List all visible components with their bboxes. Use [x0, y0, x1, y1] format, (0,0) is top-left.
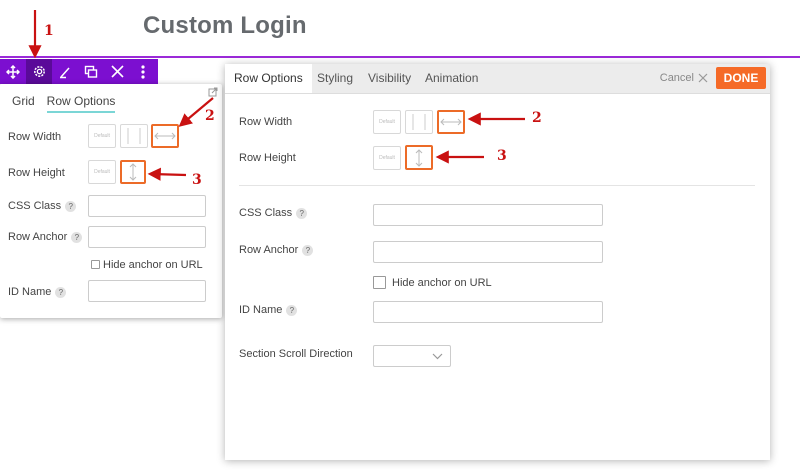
- css-class-text: CSS Class: [8, 200, 62, 212]
- boxed-width-icon: [127, 128, 141, 144]
- height-default-option[interactable]: Default: [373, 146, 401, 170]
- row-outline: [0, 56, 800, 58]
- move-icon: [6, 64, 20, 79]
- callout-2-big: 2: [532, 110, 542, 126]
- default-option-label: Default: [379, 155, 395, 161]
- tab-styling[interactable]: Styling: [308, 64, 362, 93]
- hide-anchor-checkbox[interactable]: [91, 260, 100, 269]
- id-name-text: ID Name: [239, 304, 283, 316]
- scroll-direction-select[interactable]: [373, 345, 451, 367]
- id-name-input[interactable]: [373, 301, 603, 323]
- page-title: Custom Login: [143, 12, 307, 39]
- row-settings-popover: Grid Row Options Row Width Default Row H…: [0, 84, 222, 318]
- popover-tabs: Grid Row Options: [12, 94, 116, 113]
- row-anchor-input[interactable]: [373, 241, 603, 263]
- tab-grid[interactable]: Grid: [12, 94, 35, 113]
- full-height-icon: [129, 163, 137, 181]
- help-icon[interactable]: ?: [71, 231, 83, 243]
- callout-3-big: 3: [497, 148, 507, 164]
- move-button[interactable]: [0, 59, 26, 84]
- id-name-input[interactable]: [88, 280, 206, 302]
- help-icon[interactable]: ?: [286, 304, 298, 316]
- scroll-direction-label: Section Scroll Direction: [239, 348, 353, 360]
- id-name-text: ID Name: [8, 286, 52, 298]
- delete-button[interactable]: [104, 59, 130, 84]
- row-anchor-label: Row Anchor?: [8, 231, 83, 243]
- tab-animation[interactable]: Animation: [416, 64, 487, 93]
- height-full-option[interactable]: [405, 145, 433, 170]
- row-options-dialog: Row Options Styling Visibility Animation…: [225, 64, 770, 460]
- width-full-option[interactable]: [437, 110, 465, 134]
- tab-row-options[interactable]: Row Options: [225, 64, 312, 93]
- width-default-option[interactable]: Default: [373, 110, 401, 134]
- row-anchor-text: Row Anchor: [239, 244, 299, 256]
- css-class-label: CSS Class?: [8, 200, 77, 212]
- row-height-label: Row Height: [239, 152, 296, 164]
- css-class-label: CSS Class?: [239, 207, 308, 219]
- row-toolbar: [0, 59, 158, 84]
- height-default-option[interactable]: Default: [88, 160, 116, 184]
- callout-2-mini: 2: [205, 108, 215, 124]
- expand-icon[interactable]: [208, 87, 218, 97]
- brush-icon: [60, 67, 70, 78]
- hide-anchor-label: Hide anchor on URL: [392, 277, 492, 289]
- row-anchor-input[interactable]: [88, 226, 206, 248]
- width-full-option[interactable]: [151, 124, 179, 148]
- width-boxed-option[interactable]: [120, 124, 148, 148]
- help-icon[interactable]: ?: [296, 207, 308, 219]
- full-width-icon: [154, 132, 176, 140]
- hide-anchor-label: Hide anchor on URL: [103, 259, 203, 271]
- callout-3-mini: 3: [192, 172, 202, 188]
- callout-1: 1: [44, 23, 54, 39]
- full-height-icon: [415, 148, 423, 167]
- dialog-header: Row Options Styling Visibility Animation…: [225, 64, 770, 94]
- row-width-label: Row Width: [239, 116, 293, 128]
- default-option-label: Default: [94, 169, 110, 175]
- width-default-option[interactable]: Default: [88, 124, 116, 148]
- duplicate-button[interactable]: [78, 59, 104, 84]
- cancel-button[interactable]: Cancel: [660, 72, 708, 84]
- more-button[interactable]: [130, 59, 156, 84]
- hide-anchor-checkbox[interactable]: [373, 276, 386, 289]
- more-icon: [141, 64, 145, 79]
- default-option-label: Default: [94, 133, 110, 139]
- id-name-label: ID Name?: [8, 286, 67, 298]
- tab-visibility[interactable]: Visibility: [359, 64, 420, 93]
- help-icon[interactable]: ?: [55, 286, 67, 298]
- done-button[interactable]: DONE: [716, 67, 766, 89]
- section-divider: [239, 185, 755, 186]
- settings-button[interactable]: [26, 59, 52, 84]
- full-width-icon: [440, 118, 462, 126]
- close-icon: [698, 73, 708, 83]
- css-class-input[interactable]: [88, 195, 206, 217]
- css-class-text: CSS Class: [239, 207, 293, 219]
- width-boxed-option[interactable]: [405, 110, 433, 134]
- cancel-label: Cancel: [659, 72, 694, 84]
- row-anchor-label: Row Anchor?: [239, 244, 314, 256]
- height-full-option[interactable]: [120, 160, 146, 184]
- row-width-label: Row Width: [8, 131, 62, 143]
- duplicate-icon: [84, 65, 98, 78]
- boxed-width-icon: [412, 114, 426, 130]
- row-anchor-text: Row Anchor: [8, 231, 68, 243]
- style-button[interactable]: [52, 59, 78, 84]
- row-height-label: Row Height: [8, 167, 65, 179]
- help-icon[interactable]: ?: [65, 200, 77, 212]
- tab-row-options[interactable]: Row Options: [46, 94, 116, 113]
- css-class-input[interactable]: [373, 204, 603, 226]
- default-option-label: Default: [379, 119, 395, 125]
- close-icon: [110, 65, 124, 78]
- chevron-down-icon: [432, 353, 443, 360]
- id-name-label: ID Name?: [239, 304, 298, 316]
- help-icon[interactable]: ?: [302, 244, 314, 256]
- gear-icon: [33, 66, 45, 77]
